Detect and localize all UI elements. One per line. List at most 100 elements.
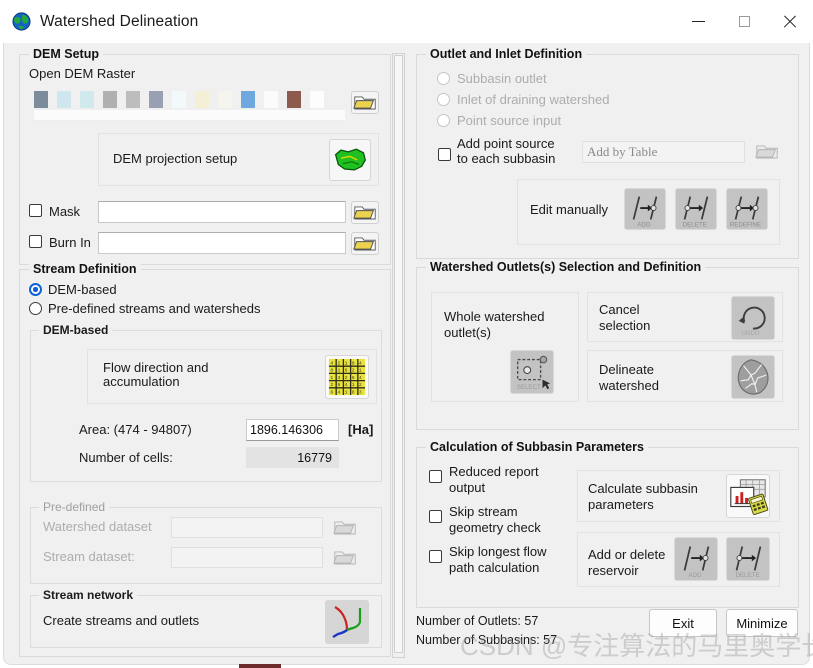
radio-subbasin-outlet-label: Subbasin outlet (457, 71, 547, 86)
flow-direction-panel[interactable]: Flow direction and accumulation 42184 81… (87, 349, 377, 404)
dem-setup-legend: DEM Setup (29, 47, 103, 61)
cells-label: Number of cells: (79, 450, 173, 465)
dem-projection-setup-button[interactable] (329, 139, 371, 181)
cancel-selection-panel[interactable]: Cancel selection UNDO (587, 292, 783, 342)
watershed-delineation-window: Watershed Delineation DEM Setup Open DEM… (0, 0, 813, 668)
raster-swatch[interactable] (149, 91, 163, 108)
calculate-subbasin-button[interactable] (726, 474, 770, 518)
raster-swatch[interactable] (195, 91, 209, 108)
minimize-button[interactable] (675, 0, 721, 43)
dem-based-subgroup: DEM-based Flow direction and accumulatio… (30, 323, 382, 482)
watershed-dataset-folder-button[interactable] (331, 516, 359, 539)
select-box-icon: SELECT (511, 351, 553, 393)
raster-swatch[interactable] (126, 91, 140, 108)
add-by-table-folder-button[interactable] (753, 140, 781, 163)
predefined-legend: Pre-defined (39, 500, 110, 514)
flow-direction-button[interactable]: 42184 81621 13264 28412 64183 (325, 355, 369, 399)
dem-projection-label: DEM projection setup (113, 151, 238, 166)
svg-text:2: 2 (338, 360, 341, 366)
svg-text:2: 2 (345, 375, 348, 381)
edit-manually-label: Edit manually (530, 202, 609, 217)
svg-text:3: 3 (338, 375, 341, 381)
raster-swatch[interactable] (264, 91, 278, 108)
add-point-source-checkbox[interactable] (438, 148, 451, 161)
open-dem-raster-folder-button[interactable] (351, 91, 379, 114)
vertical-scrollbar[interactable] (392, 53, 405, 658)
cancel-selection-button[interactable]: UNDO (731, 296, 775, 340)
minimize-button-label: Minimize (736, 615, 788, 631)
burn-in-checkbox[interactable] (29, 235, 42, 248)
usa-map-icon (334, 148, 366, 171)
radio-inlet-draining[interactable] (437, 93, 450, 106)
predefined-subgroup: Pre-defined Watershed dataset Stream dat… (30, 500, 382, 584)
outlet-inlet-legend: Outlet and Inlet Definition (426, 47, 587, 61)
add-outlet-icon: ADD (625, 189, 665, 229)
raster-swatch[interactable] (172, 91, 186, 108)
radio-point-source[interactable] (437, 114, 450, 127)
stream-dataset-folder-button[interactable] (331, 546, 359, 569)
mask-checkbox[interactable] (29, 204, 42, 217)
minimize-dialog-button[interactable]: Minimize (726, 609, 798, 637)
calculate-subbasin-panel[interactable]: Calculate subbasin parameters (577, 470, 780, 522)
create-streams-button[interactable] (325, 600, 369, 644)
stream-dataset-input[interactable] (171, 547, 323, 568)
folder-icon (353, 96, 376, 110)
raster-swatch[interactable] (80, 91, 94, 108)
watershed-outlets-group: Watershed Outlets(s) Selection and Defin… (416, 260, 799, 430)
raster-swatch[interactable] (241, 91, 255, 108)
reduced-report-checkbox[interactable] (429, 470, 442, 483)
dialog-client-area: DEM Setup Open DEM Raster DEM projection… (3, 43, 810, 665)
delete-outlet-button[interactable]: DELETE (675, 188, 717, 230)
mask-folder-button[interactable] (351, 201, 379, 224)
burn-in-input[interactable] (98, 232, 346, 254)
whole-watershed-panel[interactable]: Whole watershed outlet(s) SELECT (431, 292, 579, 402)
svg-text:4: 4 (338, 389, 341, 395)
svg-text:2: 2 (359, 382, 362, 388)
burn-in-label: Burn In (49, 235, 91, 250)
exit-button[interactable]: Exit (649, 609, 717, 637)
delineate-watershed-button[interactable] (731, 355, 775, 399)
whole-watershed-select-button[interactable]: SELECT (510, 350, 554, 394)
radio-dem-based[interactable] (29, 283, 42, 296)
delineate-watershed-label: Delineate watershed (599, 362, 659, 393)
mask-input[interactable] (98, 201, 346, 223)
exit-button-label: Exit (672, 615, 694, 631)
raster-swatch[interactable] (57, 91, 71, 108)
skip-stream-geometry-checkbox[interactable] (429, 510, 442, 523)
raster-swatch[interactable] (218, 91, 232, 108)
svg-text:1: 1 (359, 368, 362, 374)
dem-raster-selector[interactable] (34, 91, 345, 121)
whole-watershed-label: Whole watershed outlet(s) (444, 309, 545, 340)
stream-dataset-label: Stream dataset: (43, 549, 135, 564)
dem-projection-panel[interactable]: DEM projection setup (98, 133, 379, 186)
radio-subbasin-outlet[interactable] (437, 72, 450, 85)
cells-value: 16779 (246, 447, 339, 468)
raster-swatch[interactable] (34, 91, 48, 108)
scrollbar-thumb[interactable] (394, 55, 403, 653)
burn-in-folder-button[interactable] (351, 232, 379, 255)
radio-predefined-streams[interactable] (29, 302, 42, 315)
close-button[interactable] (767, 0, 813, 43)
delete-reservoir-icon: DELETE (727, 538, 769, 580)
skip-longest-flow-checkbox[interactable] (429, 550, 442, 563)
maximize-button[interactable] (721, 0, 767, 43)
area-label: Area: (474 - 94807) (79, 422, 192, 437)
add-reservoir-button[interactable]: ADD (674, 537, 718, 581)
svg-text:1: 1 (330, 375, 333, 381)
svg-text:UNDO: UNDO (742, 330, 760, 337)
folder-icon (333, 551, 356, 565)
delineate-watershed-panel[interactable]: Delineate watershed (587, 350, 783, 402)
svg-text:1: 1 (352, 382, 355, 388)
svg-text:1: 1 (345, 360, 348, 366)
subbasin-params-group: Calculation of Subbasin Parameters Reduc… (416, 440, 799, 608)
raster-swatch[interactable] (287, 91, 301, 108)
redefine-outlet-icon: REDEFINE (727, 189, 767, 229)
redefine-outlet-button[interactable]: REDEFINE (726, 188, 768, 230)
raster-swatch[interactable] (103, 91, 117, 108)
raster-swatch[interactable] (310, 91, 324, 108)
delete-reservoir-button[interactable]: DELETE (726, 537, 770, 581)
watershed-dataset-input[interactable] (171, 517, 323, 538)
area-input[interactable]: 1896.146306 (246, 419, 339, 441)
mask-label: Mask (49, 204, 81, 219)
add-outlet-button[interactable]: ADD (624, 188, 666, 230)
